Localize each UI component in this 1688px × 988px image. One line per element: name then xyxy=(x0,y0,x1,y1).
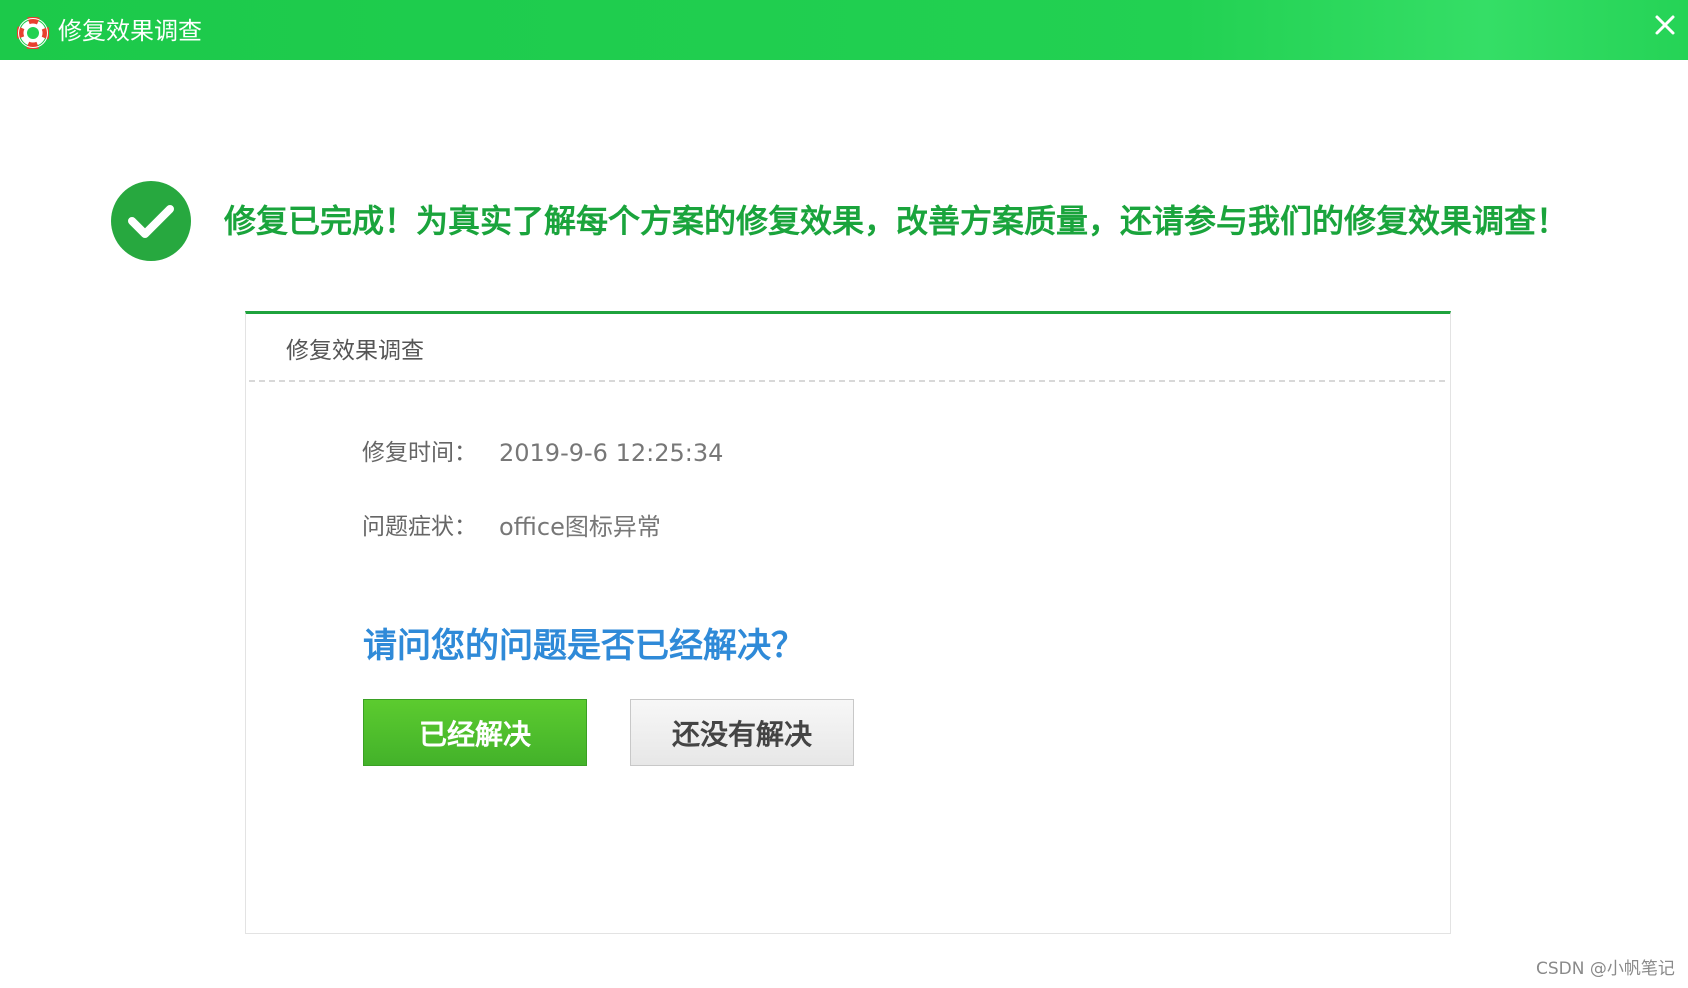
survey-question: 请问您的问题是否已经解决？ xyxy=(363,626,805,666)
completion-headline: 修复已完成！为真实了解每个方案的修复效果，改善方案质量，还请参与我们的修复效果调… xyxy=(224,202,1569,240)
solved-button[interactable]: 已经解决 xyxy=(363,699,587,766)
survey-panel: 修复效果调查 修复时间： 2019-9-6 12:25:34 问题症状： off… xyxy=(245,311,1451,934)
repair-time-value: 2019-9-6 12:25:34 xyxy=(499,439,724,467)
lifebuoy-icon xyxy=(16,16,50,50)
watermark: CSDN @小帆笔记 xyxy=(1536,959,1675,979)
symptom-value: office图标异常 xyxy=(499,513,661,541)
repair-time-label: 修复时间： xyxy=(362,440,477,466)
window-title: 修复效果调查 xyxy=(58,17,202,45)
panel-title: 修复效果调查 xyxy=(286,338,424,364)
title-bar: 修复效果调查 xyxy=(0,0,1688,60)
not-solved-button[interactable]: 还没有解决 xyxy=(630,699,854,766)
symptom-label: 问题症状： xyxy=(362,514,477,540)
close-button[interactable] xyxy=(1648,10,1682,44)
check-circle-icon xyxy=(110,180,192,262)
close-icon xyxy=(1654,14,1676,40)
panel-divider xyxy=(249,380,1445,382)
